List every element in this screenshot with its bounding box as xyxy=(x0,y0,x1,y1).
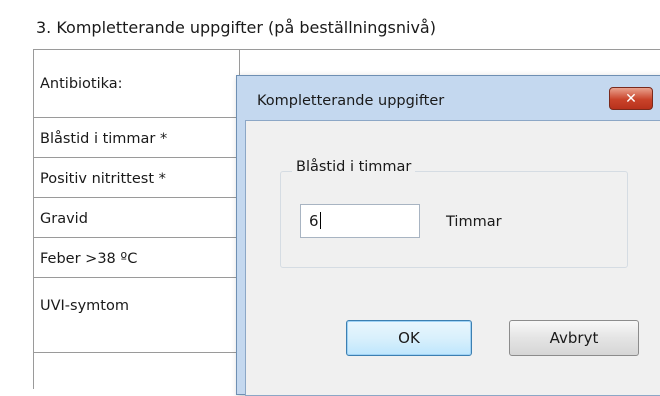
cancel-button[interactable]: Avbryt xyxy=(509,320,639,356)
dialog-titlebar[interactable]: Kompletterande uppgifter ✕ xyxy=(237,76,660,120)
dialog-title: Kompletterande uppgifter xyxy=(257,93,445,109)
unit-label: Timmar xyxy=(446,214,502,230)
row-label-blastid: Blåstid i timmar * xyxy=(40,131,168,147)
hours-input-value: 6 xyxy=(309,212,319,230)
row-label-uvi-symtom: UVI-symtom xyxy=(40,298,129,314)
dialog-window: Kompletterande uppgifter ✕ Blåstid i tim… xyxy=(236,75,660,396)
row-label-feber: Feber >38 ºC xyxy=(40,251,138,267)
dialog-body: Blåstid i timmar 6 Timmar OK Avbryt xyxy=(245,120,660,396)
ok-button-label: OK xyxy=(398,329,420,347)
close-button[interactable]: ✕ xyxy=(609,87,653,110)
row-label-antibiotika: Antibiotika: xyxy=(40,76,123,92)
text-caret xyxy=(319,212,321,229)
section-title: 3. Kompletterande uppgifter (på beställn… xyxy=(36,18,436,37)
group-box-label: Blåstid i timmar xyxy=(292,159,416,175)
ok-button[interactable]: OK xyxy=(346,320,472,356)
close-icon: ✕ xyxy=(625,90,637,107)
cancel-button-label: Avbryt xyxy=(549,329,599,347)
row-label-gravid: Gravid xyxy=(40,211,88,227)
hours-input[interactable]: 6 xyxy=(300,204,420,238)
row-label-nitrittest: Positiv nitrittest * xyxy=(40,171,166,187)
